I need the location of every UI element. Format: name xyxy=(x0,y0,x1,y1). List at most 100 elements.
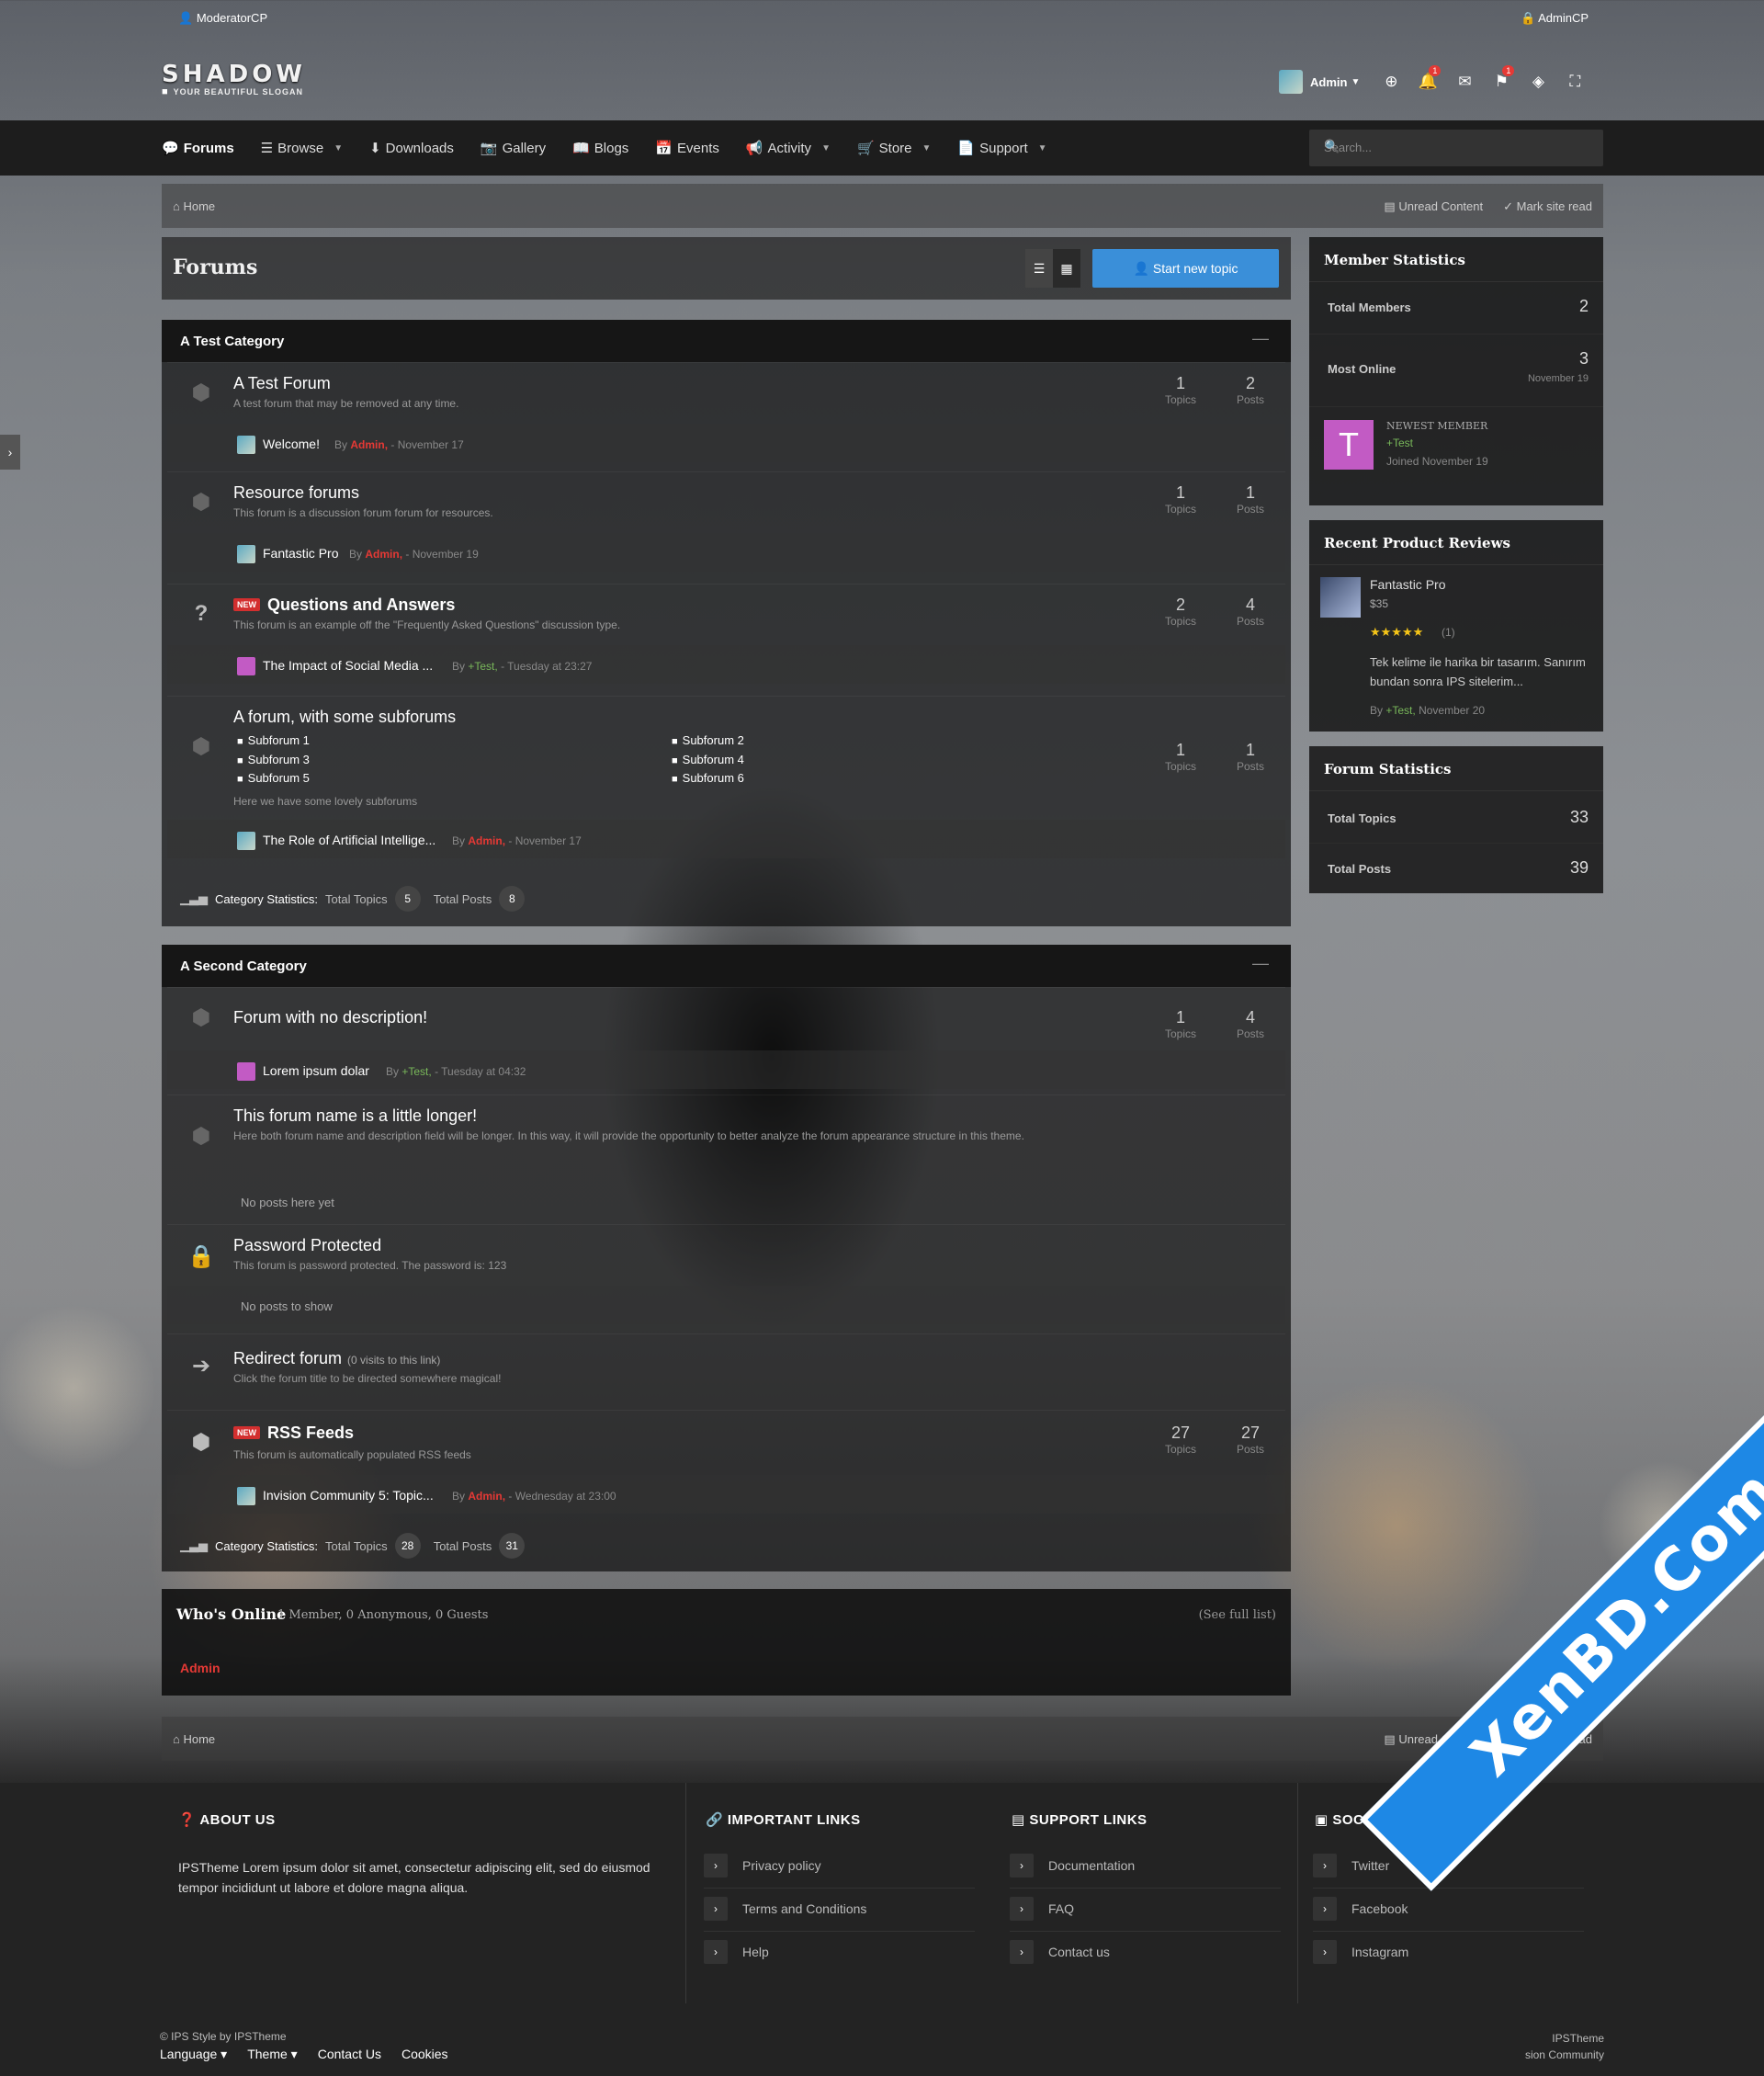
sidebar-toggle[interactable]: › xyxy=(0,435,20,470)
forum-read-icon: ⬢ xyxy=(191,1005,211,1030)
forum-row: ➔ Redirect forum (0 visits to this link) … xyxy=(167,1333,1285,1410)
forum-title[interactable]: A Test Forum xyxy=(233,374,331,393)
subforum-link[interactable]: Subforum 4 xyxy=(672,753,744,766)
subforum-link[interactable]: Subforum 5 xyxy=(237,771,310,785)
nav-downloads[interactable]: ⬇ Downloads xyxy=(369,140,454,157)
avatar[interactable] xyxy=(237,657,255,675)
topics-count: 1 Topics xyxy=(1164,1008,1196,1040)
chevron-right-icon: › xyxy=(1313,1897,1337,1921)
avatar[interactable] xyxy=(237,545,255,563)
see-full-list-link[interactable]: (See full list) xyxy=(1199,1608,1276,1622)
footer-link[interactable]: › Facebook xyxy=(1313,1889,1584,1932)
forum-read-icon: ⬢ xyxy=(191,734,211,759)
top-bar: 👤 ModeratorCP 🔒 AdminCP xyxy=(0,0,1764,37)
cookies-link[interactable]: Cookies xyxy=(401,2047,448,2062)
camera-icon: 📷 xyxy=(480,141,498,156)
forum-row: ⬢ NEW RSS Feeds This forum is automatical… xyxy=(167,1410,1285,1530)
forum-title[interactable]: This forum name is a little longer! xyxy=(233,1106,477,1126)
avatar[interactable] xyxy=(1279,70,1303,94)
subforum-link[interactable]: Subforum 1 xyxy=(237,733,310,747)
search-icon[interactable]: 🔍 xyxy=(1324,139,1590,154)
grid-view-icon[interactable]: ▦ xyxy=(1053,249,1080,288)
nav-store[interactable]: 🛒 Store ▼ xyxy=(857,140,931,157)
start-new-topic-button[interactable]: 👤 Start new topic xyxy=(1092,249,1279,288)
contact-us-link[interactable]: Contact Us xyxy=(318,2047,381,2062)
plus-circle-icon[interactable]: ⊕ xyxy=(1373,73,1409,91)
forum-title[interactable]: Password Protected xyxy=(233,1236,381,1255)
footer-link[interactable]: › Documentation xyxy=(1010,1845,1281,1889)
avatar[interactable] xyxy=(237,832,255,850)
forum-title[interactable]: A forum, with some subforums xyxy=(233,708,456,727)
footer-support-links: ▤ SUPPORT LINKS › Documentation › FAQ › Con… xyxy=(995,1783,1289,2003)
last-post: Welcome! By Admin, - November 17 xyxy=(167,424,1285,462)
paint-bucket-icon[interactable]: ◈ xyxy=(1520,73,1556,91)
language-menu[interactable]: Language ▾ xyxy=(160,2047,227,2062)
forum-title[interactable]: Forum with no description! xyxy=(233,1008,427,1027)
site-logo[interactable]: SHADOW YOUR BEAUTIFUL SLOGAN xyxy=(162,62,306,96)
footer-link[interactable]: › Terms and Conditions xyxy=(704,1889,975,1932)
posts-count: 2 Posts xyxy=(1236,374,1264,406)
nav-gallery[interactable]: 📷 Gallery xyxy=(480,140,546,157)
user-menu[interactable]: Admin xyxy=(1310,75,1347,89)
nav-forums[interactable]: 💬 Forums xyxy=(162,140,234,157)
page-header: Forums ☰ ▦ 👤 Start new topic xyxy=(162,237,1291,300)
chevron-down-icon: ▼ xyxy=(334,142,344,153)
subforum-link[interactable]: Subforum 3 xyxy=(237,753,310,766)
avatar[interactable] xyxy=(237,436,255,454)
category-block: A Test Category — ⬢ A Test Forum A test … xyxy=(162,320,1291,926)
nav-blogs[interactable]: 📖 Blogs xyxy=(572,140,628,157)
footer-link[interactable]: › Help xyxy=(704,1932,975,1974)
subforum-link[interactable]: Subforum 2 xyxy=(672,733,744,747)
chevron-right-icon: › xyxy=(1010,1854,1034,1877)
fullscreen-icon[interactable]: ⛶ xyxy=(1556,73,1593,91)
search-input[interactable]: Search... 🔍 xyxy=(1309,130,1603,166)
footer-link[interactable]: › Contact us xyxy=(1010,1932,1281,1974)
nav-activity[interactable]: 📢 Activity ▼ xyxy=(746,140,831,157)
forum-row: ⬢ Forum with no description! 1 Topics 4 Po… xyxy=(167,987,1285,1095)
home-icon: ⌂ xyxy=(173,1732,180,1746)
bell-icon[interactable]: 🔔 1 xyxy=(1409,65,1446,91)
collapse-icon[interactable]: — xyxy=(1252,954,1269,973)
admin-cp-link[interactable]: 🔒 AdminCP xyxy=(1521,11,1589,26)
collapse-icon[interactable]: — xyxy=(1252,329,1269,348)
nav-events[interactable]: 📅 Events xyxy=(655,140,719,157)
subforum-link[interactable]: Subforum 6 xyxy=(672,771,744,785)
moderator-cp-link[interactable]: 👤 ModeratorCP xyxy=(178,11,267,26)
avatar[interactable] xyxy=(237,1487,255,1505)
forum-row: ⬢ This forum name is a little longer! He… xyxy=(167,1095,1285,1224)
footer-link[interactable]: › FAQ xyxy=(1010,1889,1281,1932)
breadcrumb-home[interactable]: ⌂ Home xyxy=(173,1732,215,1746)
topics-count: 27 Topics xyxy=(1164,1424,1196,1456)
forum-title[interactable]: Resource forums xyxy=(233,483,359,503)
online-user[interactable]: Admin xyxy=(180,1661,220,1675)
avatar[interactable] xyxy=(237,1062,255,1081)
new-badge: NEW xyxy=(233,1426,260,1439)
mark-site-read-link[interactable]: ✓ Mark site read xyxy=(1503,199,1592,214)
chevron-right-icon: › xyxy=(704,1940,728,1964)
footer-link[interactable]: › Privacy policy xyxy=(704,1845,975,1889)
calendar-icon: 📅 xyxy=(655,141,673,156)
footer-link[interactable]: › Instagram xyxy=(1313,1932,1584,1974)
last-post: No posts here yet xyxy=(241,1196,334,1209)
forum-title[interactable]: Redirect forum (0 visits to this link) xyxy=(233,1349,440,1368)
breadcrumb-home[interactable]: ⌂ Home xyxy=(173,199,215,213)
theme-menu[interactable]: Theme ▾ xyxy=(247,2047,298,2062)
user-bar: Admin ▼ ⊕ 🔔 1 ✉ ⚑ 1 ◈ ⛶ xyxy=(1279,65,1593,96)
unread-content-link[interactable]: ▤ Unread Content xyxy=(1384,199,1483,214)
chevron-down-icon[interactable]: ▼ xyxy=(1351,77,1360,87)
breadcrumb: ⌂ Home ▤ Unread Content ✓ Mark site read xyxy=(162,184,1603,228)
product-thumbnail[interactable] xyxy=(1320,577,1361,618)
topics-count: 1 Topics xyxy=(1164,374,1196,406)
flag-icon[interactable]: ⚑ 1 xyxy=(1483,65,1520,91)
forum-title[interactable]: NEW Questions and Answers xyxy=(233,596,455,615)
chevron-down-icon: ▼ xyxy=(1037,142,1047,153)
envelope-icon[interactable]: ✉ xyxy=(1446,73,1483,91)
nav-support[interactable]: 📄 Support ▼ xyxy=(957,140,1047,157)
list-view-icon[interactable]: ☰ xyxy=(1025,249,1053,288)
avatar[interactable]: T xyxy=(1324,420,1374,470)
bar-chart-icon: ▁▃▅ xyxy=(180,891,208,905)
whos-online: Who's Online 1 Member, 0 Anonymous, 0 Gu… xyxy=(162,1589,1291,1696)
question-circle-icon: ❓ xyxy=(178,1812,197,1828)
forum-title[interactable]: NEW RSS Feeds xyxy=(233,1424,354,1443)
nav-browse[interactable]: ☰ Browse ▼ xyxy=(261,140,344,157)
